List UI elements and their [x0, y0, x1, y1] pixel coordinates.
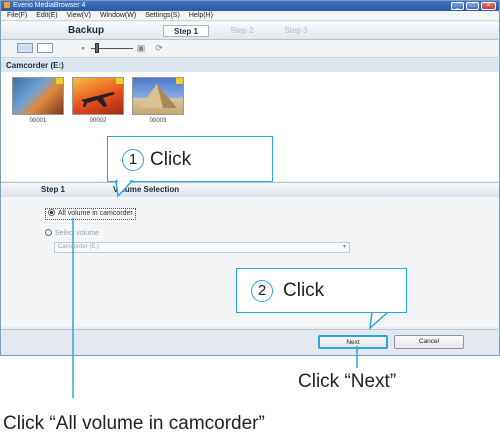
caption-all-volume: Click “All volume in camcorder”	[3, 413, 265, 434]
callout-pointers	[72, 180, 390, 398]
callout-2-text: Click	[283, 280, 325, 301]
callout-2-number: 2	[251, 280, 273, 302]
callout-2: 2 Click	[236, 268, 407, 313]
caption-next: Click “Next”	[298, 371, 397, 392]
